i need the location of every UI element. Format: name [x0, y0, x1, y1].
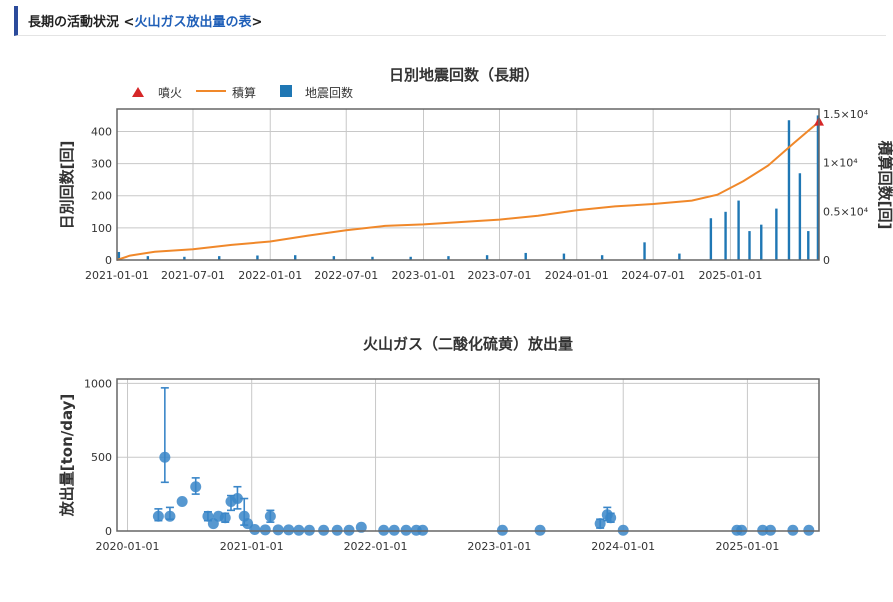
quake-bar-11	[524, 252, 527, 260]
gas-point-13	[249, 524, 261, 536]
chart1-x-tick-1: 2021-07-01	[161, 269, 225, 282]
bracket-close: >	[251, 15, 263, 30]
chart1-x-tick-0: 2021-01-01	[85, 269, 149, 282]
gas-point-0	[152, 510, 164, 522]
chart1-bars	[117, 115, 820, 260]
gas-point-33	[605, 512, 617, 524]
gas-point-31	[594, 518, 606, 530]
chart2-x-tick-4: 2024-01-01	[591, 540, 655, 553]
chart1-x-ticks: 2021-01-01 2021-07-01 2022-01-01 2022-07-01…	[85, 269, 762, 282]
chart2-plot-frame	[116, 378, 820, 532]
section-title-text: 長期の活動状況	[28, 15, 124, 30]
section-header: 長期の活動状況 <火山ガス放出量の表>	[14, 6, 886, 36]
gas-point-4	[190, 481, 202, 493]
gas-point-17	[283, 524, 295, 536]
quake-bar-18	[737, 200, 740, 260]
gas-point-14	[259, 524, 271, 536]
gas-point-8	[219, 512, 231, 524]
gas-point-2	[164, 510, 176, 522]
chart2-title: 火山ガス（二酸化硫黄）放出量	[363, 335, 573, 353]
chart1-x-tick-2: 2022-01-01	[238, 269, 302, 282]
bracket-open: <	[123, 15, 135, 30]
quake-bar-15	[678, 253, 681, 260]
quake-bar-22	[787, 120, 791, 260]
quake-bar-14	[643, 242, 646, 260]
chart1-y-ticks: 0 100 200 300 400	[91, 125, 112, 267]
chart1-legend: 噴火 積算 地震回数	[132, 85, 353, 100]
chart2-y-tick-2: 1000	[84, 377, 112, 390]
legend-quake-swatch	[280, 85, 292, 97]
quake-bar-12	[562, 253, 566, 260]
chart1-x-tick-3: 2022-07-01	[314, 269, 378, 282]
chart1-title: 日別地震回数（長期）	[389, 66, 539, 84]
chart2-grid	[117, 379, 819, 532]
chart1-x-tick-6: 2024-01-01	[545, 269, 609, 282]
chart1-y2-tick-3: 1.5×10⁴	[823, 108, 869, 121]
chart1-y2-tick-1: 0.5×10⁴	[823, 205, 869, 218]
gas-emission-chart: 火山ガス（二酸化硫黄）放出量 2020-01-01 2021-01-01 2022-…	[58, 335, 820, 553]
chart1-y-tick-2: 200	[91, 190, 112, 203]
chart1-y2-ticks: 0 0.5×10⁴ 1×10⁴ 1.5×10⁴	[823, 108, 869, 267]
quake-bar-19	[748, 231, 751, 260]
chart1-y-axis-title: 日別回数[回]	[58, 141, 76, 230]
legend-eruption-marker	[132, 87, 144, 97]
chart2-x-ticks: 2020-01-01 2021-01-01 2022-01-01 2023-01-01…	[96, 540, 780, 553]
quake-bar-24	[807, 231, 810, 260]
chart2-y-axis-title: 放出量[ton/day]	[58, 394, 76, 518]
chart2-y-tick-0: 0	[105, 525, 112, 538]
earthquake-count-chart: 日別地震回数（長期） 噴火 積算 地震回数 2021-01-01 2021-07-…	[58, 66, 893, 282]
chart1-y2-tick-0: 0	[823, 254, 830, 267]
chart1-x-tick-7: 2024-07-01	[621, 269, 685, 282]
gas-point-16	[272, 524, 284, 536]
chart2-x-tick-3: 2023-01-01	[467, 540, 531, 553]
legend-eruption-label: 噴火	[158, 86, 182, 100]
chart2-x-tick-2: 2022-01-01	[344, 540, 408, 553]
chart1-cumulative-line	[116, 120, 820, 261]
chart2-x-tick-0: 2020-01-01	[96, 540, 160, 553]
legend-cumulative-label: 積算	[232, 85, 256, 100]
chart2-x-tick-1: 2021-01-01	[220, 540, 284, 553]
chart1-y-tick-0: 0	[105, 254, 112, 267]
chart1-x-tick-5: 2023-07-01	[468, 269, 532, 282]
chart1-y2-axis-title: 積算回数[回]	[876, 140, 893, 230]
quake-bar-16	[709, 218, 713, 260]
chart2-y-tick-1: 500	[91, 451, 112, 464]
chart1-grid	[116, 109, 819, 261]
quake-bar-17	[724, 211, 727, 260]
chart1-y2-tick-2: 1×10⁴	[823, 157, 858, 170]
gas-point-3	[176, 495, 188, 507]
gas-table-link[interactable]: 火山ガス放出量の表	[134, 15, 251, 30]
gas-point-1	[159, 451, 171, 463]
chart1-y-tick-3: 300	[91, 158, 112, 171]
gas-point-15	[264, 510, 276, 522]
chart1-x-tick-4: 2023-01-01	[392, 269, 456, 282]
chart1-y-tick-1: 100	[91, 222, 112, 235]
chart1-x-tick-8: 2025-01-01	[698, 269, 762, 282]
legend-quake-label: 地震回数	[305, 85, 353, 100]
quake-bar-21	[775, 208, 778, 260]
section-title: 長期の活動状況 <火山ガス放出量の表>	[28, 11, 262, 30]
chart2-x-tick-5: 2025-01-01	[715, 540, 779, 553]
quake-bar-20	[760, 224, 763, 260]
quake-bar-23	[798, 173, 802, 260]
chart1-y-tick-4: 400	[91, 125, 112, 138]
chart2-y-ticks: 0 500 1000	[84, 377, 112, 538]
